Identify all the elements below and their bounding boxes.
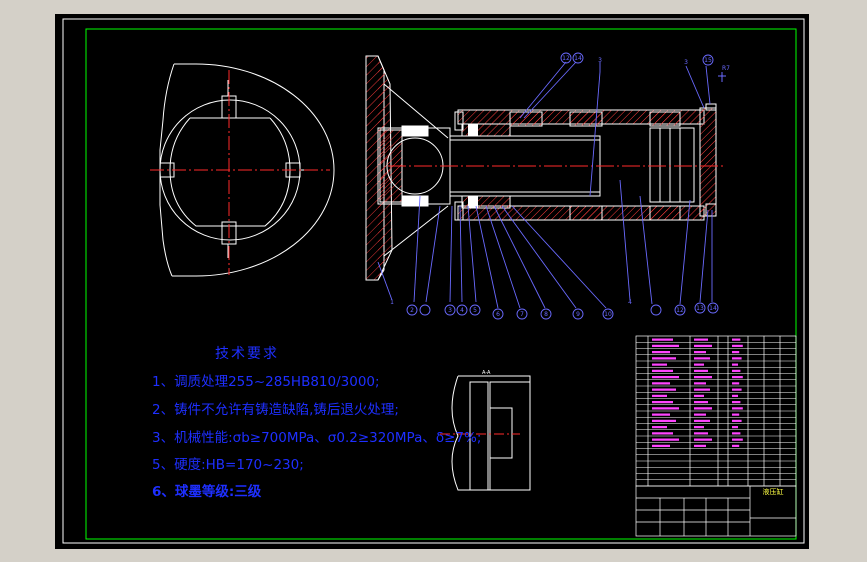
svg-text:R7: R7 xyxy=(722,65,730,72)
balloon-2: 2 xyxy=(410,307,414,314)
tech-req-item-2: 2、铸件不允许有铸造缺陷,铸后退火处理; xyxy=(152,402,399,418)
balloon-top-3: 3 xyxy=(598,57,602,64)
title-block-name: 液压缸 xyxy=(763,487,784,496)
balloon-top-12: 12 xyxy=(562,55,570,62)
balloon-14: 14 xyxy=(709,305,717,312)
tech-requirements-title: 技术要求 xyxy=(215,346,279,362)
cad-drawing-canvas[interactable]: R7 1 2 3 4 5 6 7 8 9 10 4 12 13 14 12 14… xyxy=(0,0,867,562)
tech-req-item-3: 3、机械性能:σb≥700MPa、σ0.2≥320MPa、δ≥7%; xyxy=(152,430,482,446)
balloon-top-15: 15 xyxy=(704,57,712,64)
balloon-7: 7 xyxy=(520,311,524,318)
svg-text:A-A: A-A xyxy=(482,370,491,376)
balloon-4b: 4 xyxy=(628,299,632,306)
balloon-8: 8 xyxy=(544,311,548,318)
tech-req-item-1: 1、调质处理255~285HB810/3000; xyxy=(152,374,380,390)
tech-req-item-5: 6、球墨等级:三级 xyxy=(152,484,262,500)
tech-req-item-4: 5、硬度:HB=170~230; xyxy=(152,457,304,473)
balloon-10: 10 xyxy=(604,311,612,318)
balloon-3: 3 xyxy=(448,307,452,314)
balloon-13: 13 xyxy=(696,305,704,312)
balloon-top-14: 14 xyxy=(574,55,582,62)
balloon-4: 4 xyxy=(460,307,464,314)
balloon-top-3b: 3 xyxy=(684,59,688,66)
balloon-5: 5 xyxy=(473,307,477,314)
balloon-9: 9 xyxy=(576,311,580,318)
balloon-1: 1 xyxy=(390,299,394,306)
balloon-6: 6 xyxy=(496,311,500,318)
balloon-12: 12 xyxy=(676,307,684,314)
